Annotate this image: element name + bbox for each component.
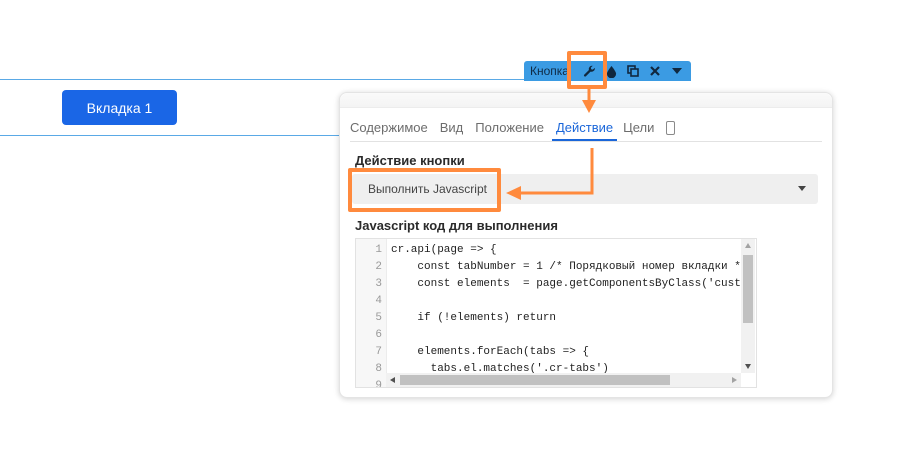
scroll-up-icon[interactable] [745, 243, 751, 248]
wrench-highlight-box [567, 51, 607, 89]
select-highlight-box [348, 168, 501, 212]
component-toolbar: Кнопка [524, 61, 691, 81]
settings-panel: Содержимое Вид Положение Действие Цели Д… [339, 92, 833, 398]
tab-position[interactable]: Положение [475, 120, 550, 141]
horizontal-scrollbar[interactable] [386, 373, 741, 387]
canvas-guide-bottom [0, 135, 340, 136]
action-section-title: Действие кнопки [355, 153, 465, 168]
horizontal-scroll-thumb[interactable] [400, 375, 670, 385]
caret-down-icon[interactable] [666, 61, 688, 81]
more-tabs-icon[interactable] [666, 121, 676, 135]
duplicate-icon[interactable] [622, 61, 644, 81]
panel-header-strip [340, 93, 832, 108]
tab-goals[interactable]: Цели [623, 120, 660, 141]
scroll-right-icon[interactable] [732, 377, 737, 383]
tab-button[interactable]: Вкладка 1 [62, 90, 177, 125]
tab-content[interactable]: Содержимое [350, 120, 434, 141]
close-icon[interactable] [644, 61, 666, 81]
code-section-title: Javascript код для выполнения [355, 218, 558, 233]
code-editor[interactable]: 1 cr.api(page => { 2 const tabNumber = 1 … [355, 238, 757, 388]
scroll-down-icon[interactable] [745, 364, 751, 369]
tab-view[interactable]: Вид [440, 120, 470, 141]
vertical-scrollbar[interactable] [741, 239, 755, 373]
chevron-down-icon [798, 186, 806, 191]
vertical-scroll-thumb[interactable] [743, 255, 753, 323]
settings-tabs: Содержимое Вид Положение Действие Цели [350, 115, 822, 142]
scroll-left-icon[interactable] [390, 377, 395, 383]
tab-action[interactable]: Действие [551, 120, 618, 141]
